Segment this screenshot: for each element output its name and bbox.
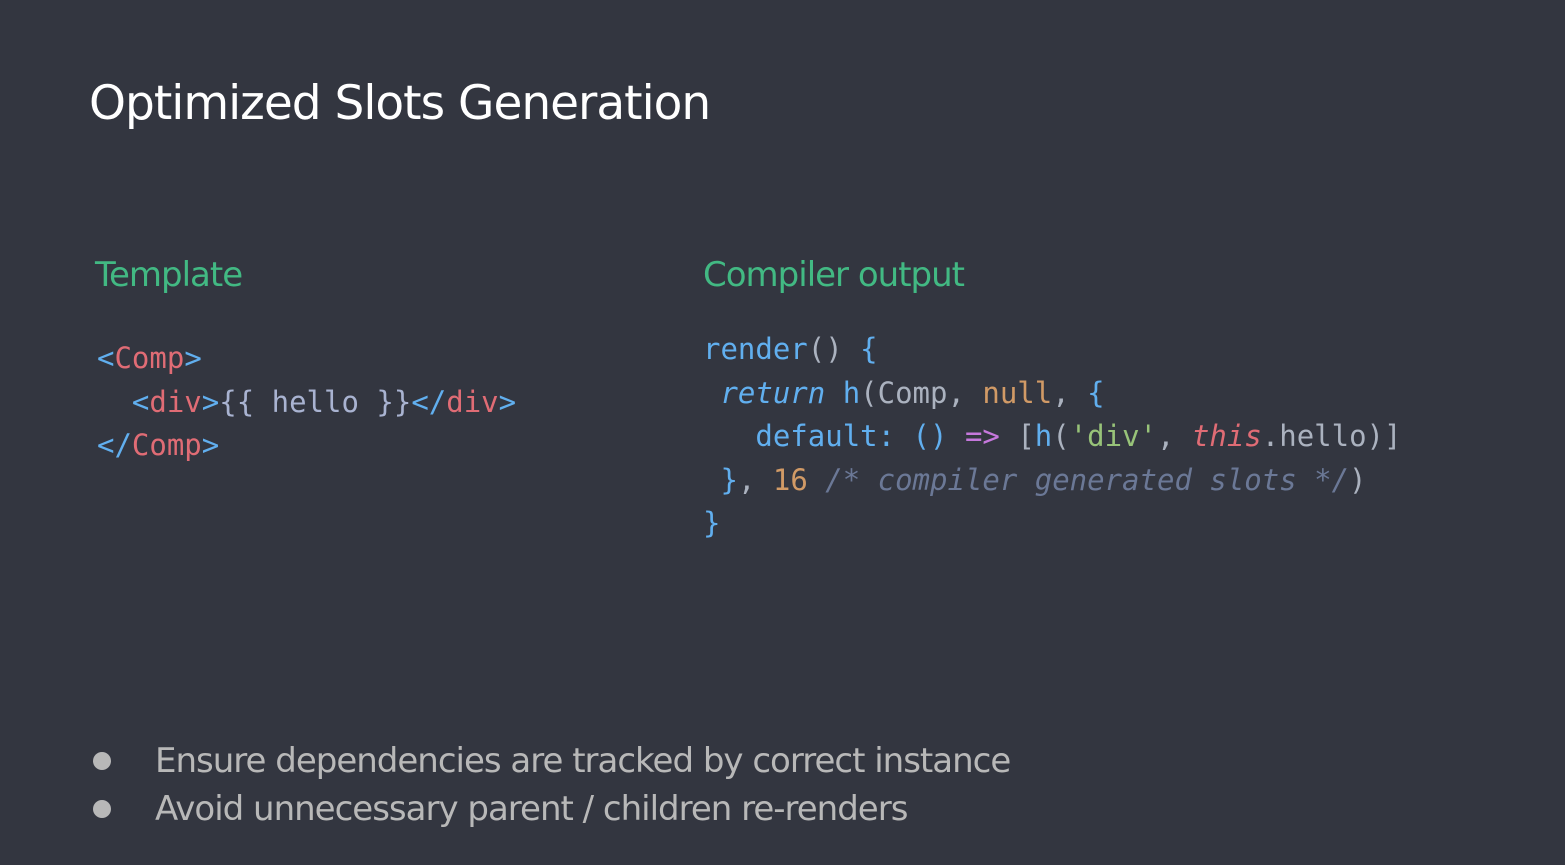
code-line: }, 16 /* compiler generated slots */) [703, 459, 1401, 503]
code-token: , [1157, 419, 1192, 453]
code-token: div [149, 384, 202, 419]
code-token: render [703, 332, 808, 366]
code-token: /* compiler generated slots */ [825, 462, 1350, 497]
bullet-item: Avoid unnecessary parent / children re-r… [89, 785, 1010, 833]
bullet-list: Ensure dependencies are tracked by corre… [89, 737, 1011, 833]
bullet-dot-icon [93, 752, 111, 770]
code-token: null [982, 375, 1053, 410]
code-token: (Comp, [860, 375, 983, 410]
code-line: <div>{{ hello }}</div> [97, 381, 516, 425]
code-token: > [201, 428, 220, 462]
code-token: h [842, 375, 861, 410]
code-line: return h(Comp, null, { [703, 372, 1401, 416]
compiler-output-code-block: render() { return h(Comp, null, { defaul… [703, 328, 1401, 546]
compiler-output-heading: Compiler output [703, 255, 965, 295]
bullet-item: Ensure dependencies are tracked by corre… [89, 737, 1011, 785]
code-token: () [912, 419, 948, 453]
code-token: ( [1052, 419, 1070, 453]
code-token: , [1052, 375, 1088, 410]
bullet-dot-icon [93, 800, 111, 818]
code-line: render() { [703, 328, 1401, 372]
code-token: [ [999, 419, 1035, 453]
slide-title: Optimized Slots Generation [89, 76, 711, 131]
code-token: < [131, 384, 150, 419]
code-token: { [1087, 375, 1105, 410]
slide: Optimized Slots Generation Template Comp… [0, 0, 1565, 865]
code-token: { [860, 332, 878, 366]
code-token: > [201, 384, 220, 419]
code-token: , [737, 462, 773, 497]
code-token: 16 [772, 462, 808, 497]
code-token: h [1034, 419, 1053, 453]
code-token: this [1191, 419, 1262, 453]
code-token: ) [1349, 462, 1367, 497]
code-token: default: [755, 419, 896, 453]
code-token: > [498, 384, 517, 419]
code-token: return [720, 375, 826, 410]
code-token: => [964, 419, 1000, 453]
code-token: 'div' [1069, 419, 1158, 453]
code-token: > [184, 341, 202, 375]
code-token: {{ hello }} [219, 384, 412, 419]
code-token: .hello)] [1261, 419, 1402, 453]
code-token: < [97, 341, 115, 375]
bullet-text: Ensure dependencies are tracked by corre… [155, 741, 1011, 781]
code-token: () [807, 332, 861, 366]
code-line: </Comp> [97, 424, 516, 468]
code-token: } [703, 506, 721, 540]
template-heading: Template [95, 255, 243, 295]
template-code-block: <Comp> <div>{{ hello }}</div> </Comp> [97, 337, 516, 468]
code-token: div [446, 384, 499, 419]
code-token: </ [97, 428, 132, 462]
bullet-text: Avoid unnecessary parent / children re-r… [155, 789, 908, 829]
code-token: } [720, 462, 738, 497]
code-line: <Comp> [97, 337, 516, 381]
code-line: } [703, 502, 1401, 546]
code-token: Comp [114, 341, 185, 375]
code-token: </ [411, 384, 447, 419]
code-line: default: () => [h('div', this.hello)] [703, 415, 1401, 459]
code-token: Comp [131, 428, 202, 462]
